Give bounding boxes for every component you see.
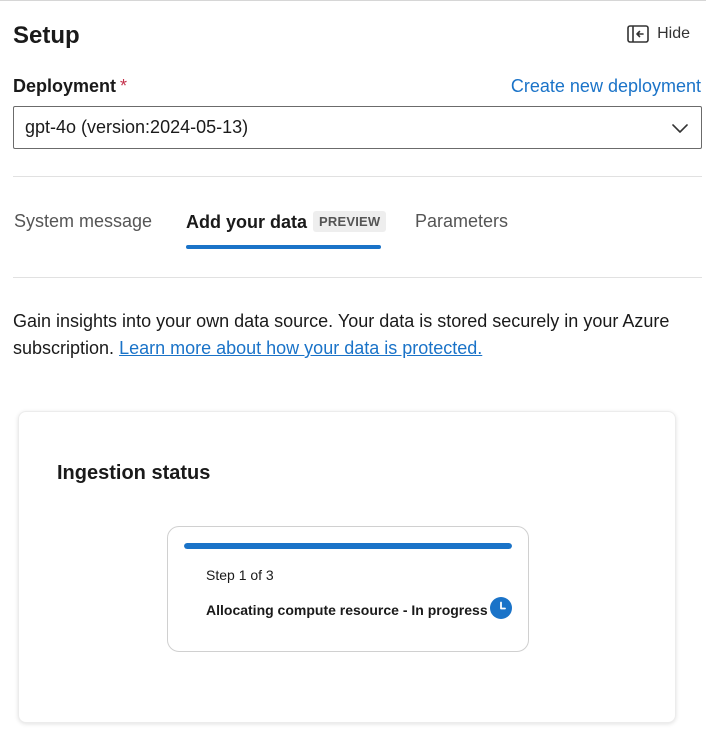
deployment-label-text: Deployment	[13, 76, 117, 96]
hide-button[interactable]: Hide	[627, 25, 690, 43]
divider	[13, 277, 702, 278]
deployment-select[interactable]: gpt-4o (version:2024-05-13)	[13, 106, 702, 149]
clock-icon	[489, 597, 512, 622]
deployment-selected-value: gpt-4o (version:2024-05-13)	[25, 117, 249, 137]
hide-label: Hide	[657, 25, 690, 42]
progress-fill	[184, 543, 512, 549]
tab-label: Parameters	[415, 211, 509, 231]
required-marker: *	[120, 76, 128, 96]
tab-label: Add your data	[186, 212, 308, 232]
setup-panel: Setup Hide Deployment * Create new deploy…	[0, 0, 706, 738]
status-text: Allocating compute resource - In progres…	[206, 601, 488, 618]
page-title: Setup	[13, 22, 80, 49]
chevron-down-icon	[671, 119, 689, 142]
deployment-label: Deployment *	[13, 76, 127, 97]
tab-add-your-data[interactable]: Add your data PREVIEW	[186, 211, 387, 233]
tab-label: System message	[14, 211, 153, 231]
ingestion-step-box: Step 1 of 3 Allocating compute resource …	[167, 526, 529, 652]
ingestion-status-card: Ingestion status Step 1 of 3 Allocating …	[18, 411, 676, 723]
panel-collapse-icon	[627, 25, 649, 43]
tab-parameters[interactable]: Parameters	[415, 211, 508, 232]
preview-badge: PREVIEW	[313, 211, 387, 232]
divider	[13, 176, 702, 177]
data-description: Gain insights into your own data source.…	[13, 308, 703, 362]
step-counter: Step 1 of 3	[206, 567, 274, 583]
data-protection-link[interactable]: Learn more about how your data is protec…	[119, 338, 482, 358]
ingestion-title: Ingestion status	[57, 462, 211, 484]
active-tab-indicator	[186, 245, 381, 249]
status-line: Allocating compute resource - In progres…	[206, 597, 512, 622]
tab-system-message[interactable]: System message	[14, 211, 152, 232]
progress-bar	[184, 543, 512, 549]
create-new-deployment-link[interactable]: Create new deployment	[511, 76, 701, 97]
